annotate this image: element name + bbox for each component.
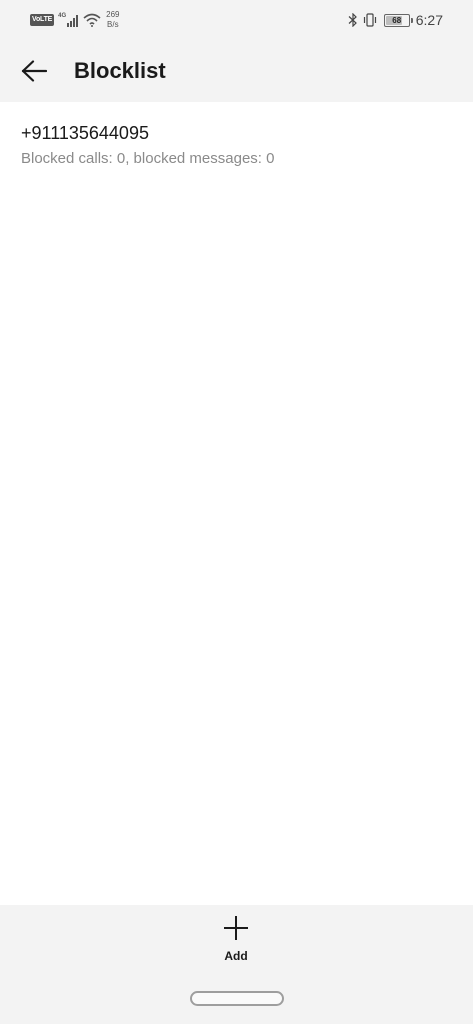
plus-icon [224, 916, 248, 940]
add-button[interactable]: Add [206, 915, 266, 971]
network-type-label: 4G [58, 13, 67, 19]
list-item[interactable]: +911135644095 Blocked calls: 0, blocked … [0, 102, 473, 192]
back-button[interactable] [14, 51, 54, 91]
gesture-navigation-bar[interactable] [190, 991, 284, 1006]
status-bar-left: VoLTE 4G 269 B/s [30, 10, 120, 30]
signal-icon: 4G [58, 13, 79, 27]
blocked-count-detail: Blocked calls: 0, blocked messages: 0 [21, 150, 275, 167]
bluetooth-icon [348, 13, 357, 27]
clock: 6:27 [415, 12, 443, 28]
battery-icon: 68 [383, 13, 413, 27]
volte-icon: VoLTE [30, 14, 55, 26]
blocked-number: +911135644095 [21, 123, 149, 143]
status-bar-right: 68 6:27 [348, 10, 443, 30]
status-bar: VoLTE 4G 269 B/s 68 6:27 [0, 0, 473, 40]
back-arrow-icon [21, 60, 47, 82]
blocklist-screen: VoLTE 4G 269 B/s 68 6:27 Blocklist +9111… [0, 0, 473, 1024]
vibrate-icon [363, 13, 376, 27]
network-speed: 269 B/s [106, 10, 119, 30]
battery-level: 68 [392, 15, 402, 25]
page-title: Blocklist [74, 58, 166, 83]
bottom-action-bar: Add [0, 905, 473, 1024]
wifi-icon [83, 13, 101, 27]
network-speed-value: 269 [106, 10, 120, 19]
add-label: Add [224, 949, 248, 963]
network-speed-unit: B/s [107, 20, 119, 29]
app-bar: Blocklist [0, 40, 473, 102]
blocklist-list: +911135644095 Blocked calls: 0, blocked … [0, 102, 473, 192]
